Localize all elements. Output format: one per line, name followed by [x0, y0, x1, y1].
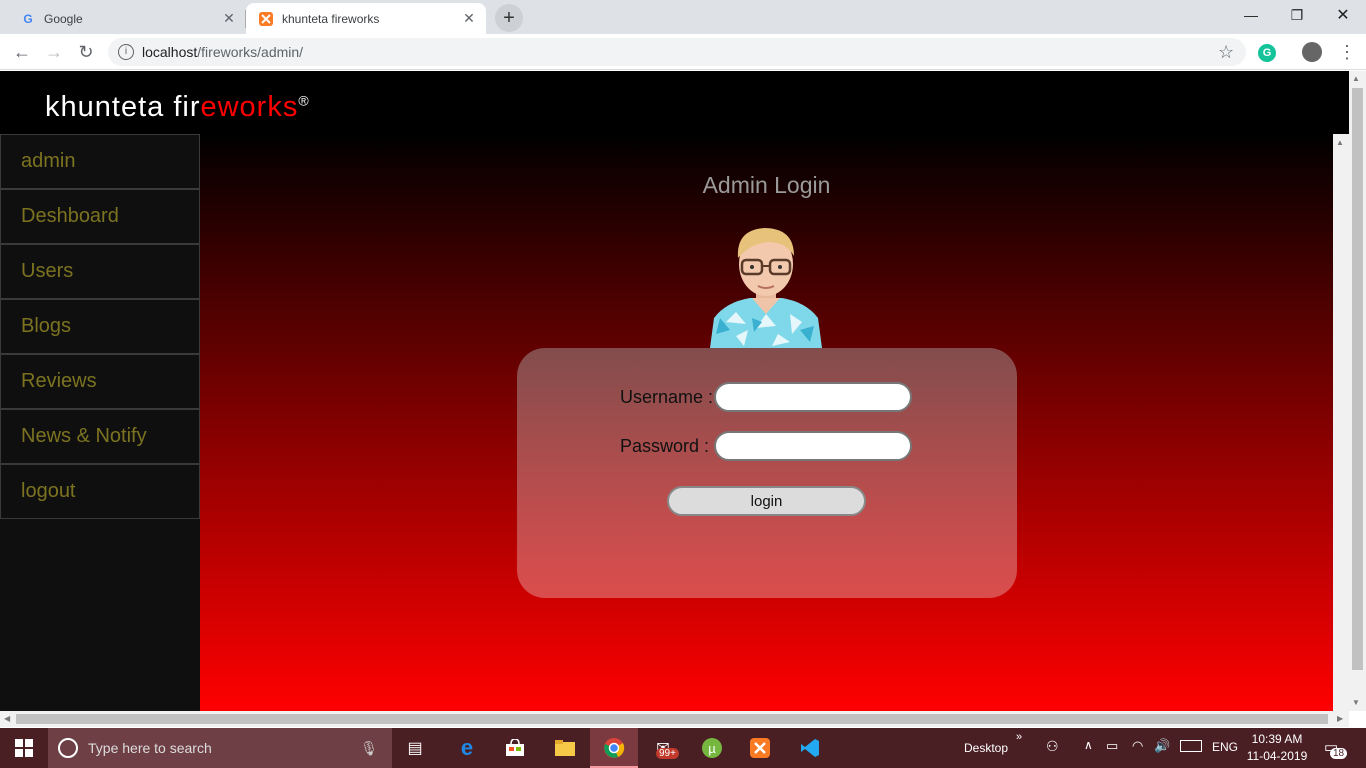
close-window-icon[interactable]: ✕ [1320, 0, 1366, 30]
tab-title: Google [44, 11, 83, 26]
restore-icon[interactable]: ❐ [1274, 0, 1320, 30]
cortana-icon [58, 738, 78, 758]
taskbar-search-box[interactable]: Type here to search 🎙 [48, 728, 392, 768]
utorrent-icon[interactable]: µ [697, 734, 727, 762]
volume-icon[interactable]: 🔊 [1154, 738, 1170, 754]
svg-text:µ: µ [708, 741, 716, 756]
desktop-label: Desktop [964, 741, 1009, 755]
sidebar-item-blogs[interactable]: Blogs [0, 299, 200, 354]
xampp-icon [258, 11, 274, 27]
vscode-icon[interactable] [795, 734, 825, 762]
tab-google[interactable]: G Google ✕ [8, 3, 246, 34]
sidebar-item-label: logout [21, 480, 76, 502]
desktop-toolbar[interactable]: Desktop [964, 728, 1008, 768]
mail-badge: 99+ [656, 748, 679, 759]
keyboard-icon[interactable] [1180, 740, 1202, 752]
edge-icon[interactable]: e [452, 734, 482, 762]
clock-time: 10:39 AM [1251, 732, 1303, 746]
login-button[interactable]: login [667, 486, 866, 516]
scroll-down-arrow-icon[interactable]: ▼ [1352, 698, 1360, 707]
clock[interactable]: 10:39 AM 11-04-2019 [1246, 731, 1308, 765]
chevron-up-icon[interactable]: ∧ [1084, 738, 1093, 752]
battery-icon[interactable]: ▭ [1106, 738, 1118, 754]
grammarly-icon[interactable]: G [1258, 44, 1276, 62]
registered-mark: ® [298, 92, 310, 109]
info-icon[interactable]: i [118, 44, 134, 60]
store-icon[interactable] [500, 734, 530, 762]
forward-arrow-icon[interactable]: → [42, 40, 66, 64]
clock-date: 11-04-2019 [1246, 749, 1308, 763]
username-label: Username : [620, 387, 714, 407]
language-indicator[interactable]: ENG [1212, 740, 1238, 754]
people-icon[interactable]: ⚇ [1046, 738, 1059, 755]
profile-avatar-icon[interactable] [1302, 42, 1322, 62]
back-arrow-icon[interactable]: ← [10, 40, 34, 64]
sidebar-item-label: News & Notify [21, 425, 147, 447]
sidebar-item-label: Deshboard [21, 205, 119, 227]
site-logo[interactable]: khunteta fireworks® [45, 91, 310, 124]
sidebar-item-label: Reviews [21, 370, 97, 392]
wifi-icon[interactable]: ◠ [1132, 738, 1143, 754]
sidebar-item-admin[interactable]: admin [0, 134, 200, 189]
file-explorer-icon[interactable] [550, 734, 580, 762]
sidebar-item-label: Users [21, 260, 74, 282]
search-placeholder: Type here to search [88, 740, 212, 756]
xampp-taskbar-icon[interactable] [745, 734, 775, 762]
chevron-double-icon[interactable]: » [1016, 731, 1022, 743]
windows-logo-icon [15, 739, 33, 757]
notification-badge: 18 [1330, 748, 1348, 759]
chrome-taskbar-button[interactable] [590, 728, 638, 768]
chrome-icon [604, 738, 625, 758]
password-input[interactable] [714, 431, 912, 461]
google-icon: G [23, 11, 33, 26]
tab-khunteta-fireworks[interactable]: khunteta fireworks ✕ [246, 3, 486, 34]
close-tab-icon[interactable]: ✕ [220, 10, 238, 27]
logo-text-red: eworks [200, 91, 299, 123]
url-host: localhost [142, 44, 198, 60]
admin-avatar [710, 228, 822, 348]
sidebar-item-label: admin [21, 150, 76, 172]
scroll-up-arrow-icon[interactable]: ▲ [1352, 74, 1360, 83]
sidebar-item-users[interactable]: Users [0, 244, 200, 299]
start-button[interactable] [0, 728, 48, 768]
scroll-left-arrow-icon[interactable]: ◀ [4, 714, 10, 723]
bookmark-star-icon[interactable]: ☆ [1218, 42, 1234, 63]
scroll-right-arrow-icon[interactable]: ▶ [1337, 714, 1343, 723]
page-scrollbar-vertical[interactable] [1333, 134, 1349, 711]
logo-text-white: khunteta fir [45, 91, 201, 123]
sidebar-item-reviews[interactable]: Reviews [0, 354, 200, 409]
reload-icon[interactable]: ↻ [74, 40, 98, 64]
sidebar-item-logout[interactable]: logout [0, 464, 200, 519]
microphone-icon[interactable]: 🎙 [360, 740, 378, 757]
password-label: Password : [620, 436, 710, 456]
tab-title: khunteta fireworks [282, 11, 380, 26]
menu-dots-icon[interactable]: ⋮ [1338, 42, 1356, 63]
sidebar-item-dashboard[interactable]: Deshboard [0, 189, 200, 244]
page-title: Admin Login [702, 172, 831, 198]
vertical-scroll-thumb[interactable] [1352, 88, 1363, 670]
sidebar-item-news-notify[interactable]: News & Notify [0, 409, 200, 464]
admin-sidebar: admin Deshboard Users Blogs Reviews News… [0, 134, 200, 711]
url-text: localhost/fireworks/admin/ [142, 44, 303, 60]
username-input[interactable] [714, 382, 912, 412]
new-tab-button[interactable]: + [495, 4, 523, 32]
minimize-icon[interactable]: — [1228, 0, 1274, 30]
scroll-up-arrow-icon[interactable]: ▲ [1336, 138, 1344, 147]
url-path: /fireworks/admin/ [197, 44, 304, 60]
sidebar-item-label: Blogs [21, 315, 72, 337]
horizontal-scroll-thumb[interactable] [16, 714, 1328, 724]
close-tab-icon[interactable]: ✕ [460, 10, 478, 27]
task-view-icon[interactable]: ▤ [400, 734, 430, 762]
